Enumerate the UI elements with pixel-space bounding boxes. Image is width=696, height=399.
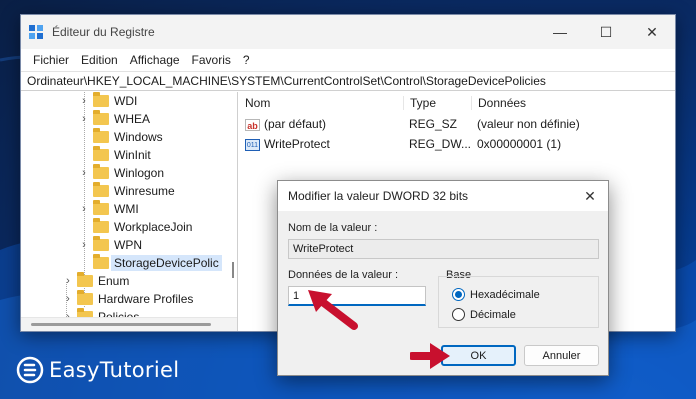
column-header-type[interactable]: Type xyxy=(403,96,471,110)
window-title: Éditeur du Registre xyxy=(52,25,155,39)
tree-item-storagedevicepolicies[interactable]: StorageDevicePolic xyxy=(78,254,222,272)
folder-icon xyxy=(93,236,109,251)
maximize-button[interactable]: ☐ xyxy=(583,15,629,49)
tree-item-wininit[interactable]: WinInit xyxy=(78,146,151,164)
menu-favoris[interactable]: Favoris xyxy=(186,53,237,67)
dialog-title-bar: Modifier la valeur DWORD 32 bits ✕ xyxy=(278,181,608,211)
chevron-right-icon[interactable]: › xyxy=(78,95,90,107)
tree-vertical-scrollbar[interactable] xyxy=(232,262,234,278)
value-name-label: Nom de la valeur : xyxy=(288,222,378,234)
tree-item-winlogon[interactable]: › Winlogon xyxy=(78,164,164,182)
list-row-writeprotect[interactable]: 011 WriteProtect REG_DW... 0x00000001 (1) xyxy=(238,134,675,154)
dword-value-icon: 011 xyxy=(245,138,260,151)
ok-button[interactable]: OK xyxy=(441,345,516,366)
annotation-arrow-ok xyxy=(410,343,450,369)
chevron-right-icon[interactable]: › xyxy=(78,239,90,251)
folder-icon xyxy=(93,146,109,161)
scrollbar-thumb[interactable] xyxy=(31,323,211,326)
tree-item-winresume[interactable]: Winresume xyxy=(78,182,175,200)
folder-icon xyxy=(77,272,93,287)
folder-icon xyxy=(93,182,109,197)
key-tree-pane: › WDI › WHEA Windows WinInit › Winlogon … xyxy=(21,92,238,331)
folder-icon xyxy=(93,200,109,215)
column-header-data[interactable]: Données xyxy=(471,96,601,110)
folder-icon xyxy=(93,218,109,233)
dialog-title: Modifier la valeur DWORD 32 bits xyxy=(288,189,469,203)
list-row-default[interactable]: ab (par défaut) REG_SZ (valeur non défini… xyxy=(238,114,675,134)
value-name: WriteProtect xyxy=(264,137,330,151)
title-bar: Éditeur du Registre — ☐ ✕ xyxy=(21,15,675,49)
radio-unchecked-icon[interactable] xyxy=(452,308,465,321)
list-header: Nom Type Données xyxy=(238,92,675,114)
value-name: (par défaut) xyxy=(264,117,327,131)
tree-item-wdi[interactable]: › WDI xyxy=(78,92,137,110)
tree-item-windows[interactable]: Windows xyxy=(78,128,163,146)
string-value-icon: ab xyxy=(245,118,260,131)
tree-item-wmi[interactable]: › WMI xyxy=(78,200,139,218)
folder-icon xyxy=(93,92,109,107)
dialog-close-button[interactable]: ✕ xyxy=(572,188,608,205)
tree-item-wpn[interactable]: › WPN xyxy=(78,236,142,254)
annotation-arrow-input xyxy=(308,290,358,330)
folder-icon xyxy=(93,254,109,269)
value-type: REG_DW... xyxy=(409,137,472,151)
folder-icon xyxy=(93,128,109,143)
tree-horizontal-scrollbar[interactable] xyxy=(21,317,237,331)
menu-bar: Fichier Edition Affichage Favoris ? xyxy=(21,49,675,71)
menu-fichier[interactable]: Fichier xyxy=(27,53,75,67)
column-header-name[interactable]: Nom xyxy=(238,96,403,110)
value-data: (valeur non définie) xyxy=(477,117,580,131)
radio-decimal[interactable]: Décimale xyxy=(452,308,516,321)
radio-checked-icon[interactable] xyxy=(452,288,465,301)
chevron-right-icon[interactable]: › xyxy=(62,275,74,287)
chevron-right-icon[interactable]: › xyxy=(78,167,90,179)
registry-editor-icon xyxy=(29,25,43,39)
folder-icon xyxy=(77,290,93,305)
value-data-label: Données de la valeur : xyxy=(288,269,399,281)
cancel-button[interactable]: Annuler xyxy=(524,345,599,366)
tree-item-whea[interactable]: › WHEA xyxy=(78,110,150,128)
menu-edition[interactable]: Edition xyxy=(75,53,124,67)
chevron-right-icon[interactable]: › xyxy=(78,203,90,215)
chevron-right-icon[interactable]: › xyxy=(78,113,90,125)
address-bar[interactable]: Ordinateur\HKEY_LOCAL_MACHINE\SYSTEM\Cur… xyxy=(21,71,675,91)
chevron-right-icon[interactable]: › xyxy=(62,293,74,305)
value-data: 0x00000001 (1) xyxy=(477,137,562,151)
folder-icon xyxy=(93,110,109,125)
brand-logo: EasyTutoriel xyxy=(16,356,179,384)
tree-item-enum[interactable]: › Enum xyxy=(62,272,129,290)
menu-help[interactable]: ? xyxy=(237,53,256,67)
value-type: REG_SZ xyxy=(409,117,458,131)
value-name-field: WriteProtect xyxy=(288,239,599,259)
close-button[interactable]: ✕ xyxy=(629,15,675,49)
tree-item-hardware-profiles[interactable]: › Hardware Profiles xyxy=(62,290,193,308)
tree-item-workplacejoin[interactable]: WorkplaceJoin xyxy=(78,218,192,236)
easytutoriel-logo-icon xyxy=(16,356,44,384)
folder-icon xyxy=(93,164,109,179)
minimize-button[interactable]: — xyxy=(537,15,583,49)
menu-affichage[interactable]: Affichage xyxy=(124,53,186,67)
brand-name: EasyTutoriel xyxy=(49,358,180,382)
radio-hexadecimal[interactable]: Hexadécimale xyxy=(452,288,540,301)
